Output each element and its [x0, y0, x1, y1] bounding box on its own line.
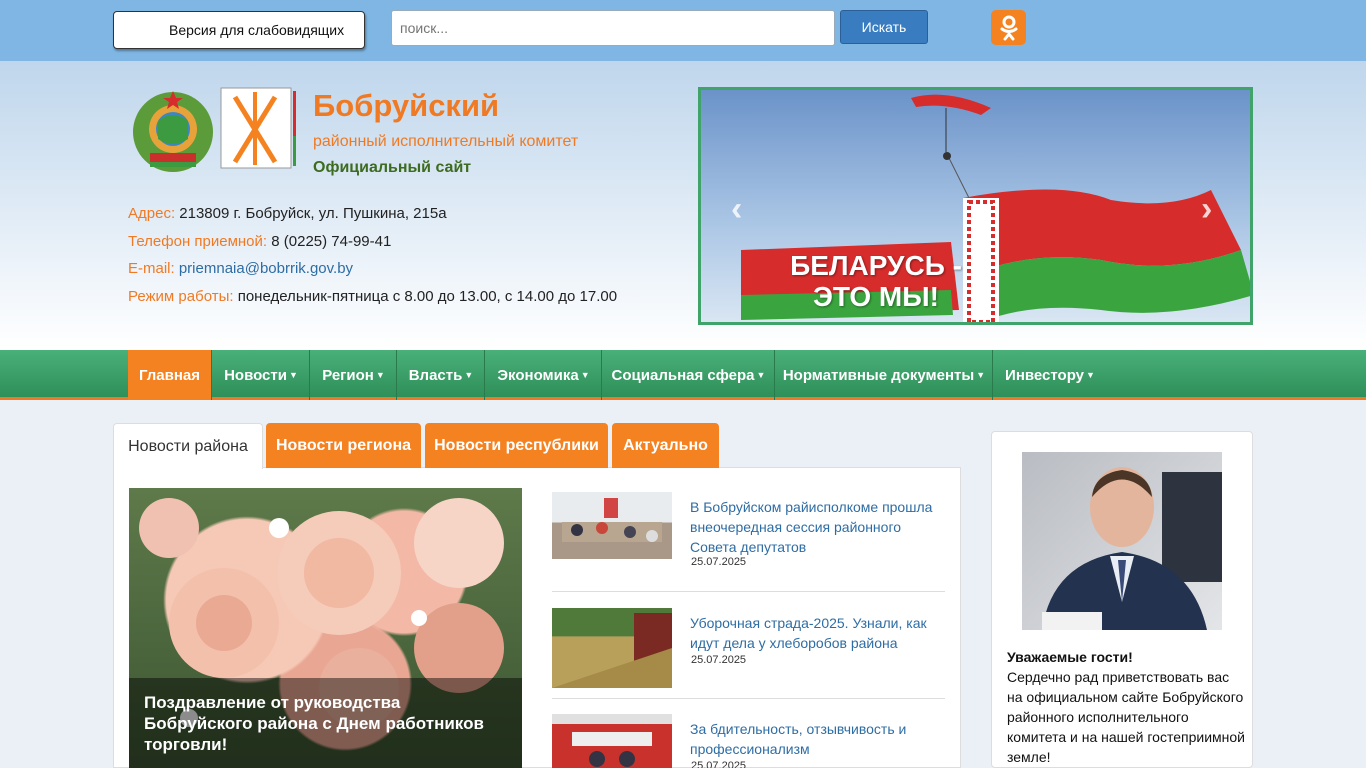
nav-economy[interactable]: Экономика ▼ [486, 350, 602, 400]
banner-slogan: БЕЛАРУСЬ - ЭТО МЫ! [781, 250, 971, 312]
divider [552, 698, 945, 699]
contact-info: Адрес: 213809 г. Бобруйск, ул. Пушкина, … [128, 200, 617, 310]
news-thumbnail [552, 608, 672, 688]
nav-investor[interactable]: Инвестору ▼ [994, 350, 1106, 400]
hours-row: Режим работы: понедельник-пятница с 8.00… [128, 283, 617, 311]
greeting-title: Уважаемые гости! [1007, 649, 1133, 665]
carousel-prev-icon[interactable]: ‹ [731, 190, 742, 229]
phone-row: Телефон приемной: 8 (0225) 74-99-41 [128, 228, 617, 256]
news-thumbnail [552, 714, 672, 768]
chevron-down-icon: ▼ [756, 370, 766, 380]
news-item[interactable]: За бдительность, отзывчивость и професси… [552, 714, 945, 768]
nav-economy-label: Экономика [497, 366, 579, 384]
chevron-down-icon: ▼ [580, 370, 590, 380]
nav-authority[interactable]: Власть ▼ [398, 350, 485, 400]
search-input[interactable] [391, 10, 835, 46]
org-subtitle: районный исполнительный комитет [313, 133, 579, 150]
news-title: В Бобруйском райисполкоме прошла внеочер… [690, 499, 933, 555]
nav-home-label: Главная [138, 366, 200, 384]
address-value: 213809 г. Бобруйск, ул. Пушкина, 215а [179, 205, 447, 222]
news-date: 25.07.2025 [691, 760, 747, 768]
nav-documents[interactable]: Нормативные документы ▼ [776, 350, 993, 400]
tab-district-news[interactable]: Новости района [113, 423, 263, 469]
hours-value: понедельник-пятница с 8.00 до 13.00, с 1… [237, 287, 618, 305]
featured-news-title: Поздравление от руководства Бобруйского … [129, 678, 522, 768]
chevron-down-icon: ▼ [288, 370, 298, 380]
news-thumbnail [552, 492, 672, 559]
chevron-down-icon: ▼ [976, 370, 986, 380]
tab-republic-news[interactable]: Новости республики [425, 423, 608, 468]
carousel-next-icon[interactable]: › [1201, 190, 1212, 229]
email-row: E-mail: priemnaia@bobrrik.gov.by [128, 255, 617, 283]
phone-value: 8 (0225) 74-99-41 [271, 232, 392, 250]
banner-carousel[interactable]: БЕЛАРУСЬ - ЭТО МЫ! ‹ › [698, 87, 1253, 325]
email-link[interactable]: priemnaia@bobrrik.gov.by [179, 260, 353, 277]
org-title: Бобруйский [313, 88, 500, 123]
email-label: E-mail: [128, 260, 175, 277]
chevron-down-icon: ▼ [1086, 370, 1095, 380]
news-title: За бдительность, отзывчивость и професси… [690, 721, 907, 757]
low-vision-button[interactable]: Версия для слабовидящих [113, 11, 365, 49]
chevron-down-icon: ▼ [375, 370, 385, 380]
news-item[interactable]: В Бобруйском райисполкоме прошла внеочер… [552, 492, 945, 572]
nav-news-label: Новости [224, 366, 287, 384]
nav-region-label: Регион [322, 366, 374, 384]
tab-region-news[interactable]: Новости региона [266, 423, 421, 468]
address-row: Адрес: 213809 г. Бобруйск, ул. Пушкина, … [128, 200, 617, 228]
nav-social[interactable]: Социальная сфера ▼ [603, 350, 775, 400]
belarus-emblem-icon [133, 91, 213, 172]
divider [552, 591, 945, 592]
banner-line-2: ЭТО МЫ! [813, 281, 939, 312]
search-button[interactable]: Искать [840, 10, 928, 44]
main-navigation: Главная Новости ▼ Регион ▼ Власть ▼ Экономи… [0, 350, 1366, 400]
banner-line-1: БЕЛАРУСЬ - [790, 250, 962, 281]
news-date: 25.07.2025 [691, 654, 747, 666]
featured-news[interactable]: Поздравление от руководства Бобруйского … [129, 488, 522, 768]
nav-documents-label: Нормативные документы [782, 366, 975, 384]
greeting-body: Сердечно рад приветствовать вас на офици… [1007, 669, 1245, 765]
chairman-portrait [1022, 452, 1222, 630]
nav-home[interactable]: Главная [128, 350, 212, 400]
chevron-down-icon: ▼ [464, 370, 474, 380]
odnoklassniki-icon[interactable] [991, 10, 1026, 45]
address-label: Адрес: [128, 205, 176, 222]
nav-investor-label: Инвестору [1005, 366, 1085, 384]
nav-region[interactable]: Регион ▼ [311, 350, 397, 400]
phone-label: Телефон приемной: [128, 232, 268, 250]
nav-news[interactable]: Новости ▼ [213, 350, 310, 400]
news-date: 25.07.2025 [691, 556, 747, 568]
nav-social-label: Социальная сфера [611, 366, 755, 384]
greeting-text: Уважаемые гости! Сердечно рад приветство… [1007, 647, 1247, 767]
news-title: Уборочная страда-2025. Узнали, как идут … [690, 615, 927, 651]
nav-authority-label: Власть [408, 366, 463, 384]
hours-label: Режим работы: [128, 287, 234, 305]
news-item[interactable]: Уборочная страда-2025. Узнали, как идут … [552, 608, 945, 688]
bobruisk-coat-of-arms-icon [220, 87, 296, 169]
tab-actual[interactable]: Актуально [612, 423, 719, 468]
official-site-label: Официальный сайт [313, 159, 472, 176]
